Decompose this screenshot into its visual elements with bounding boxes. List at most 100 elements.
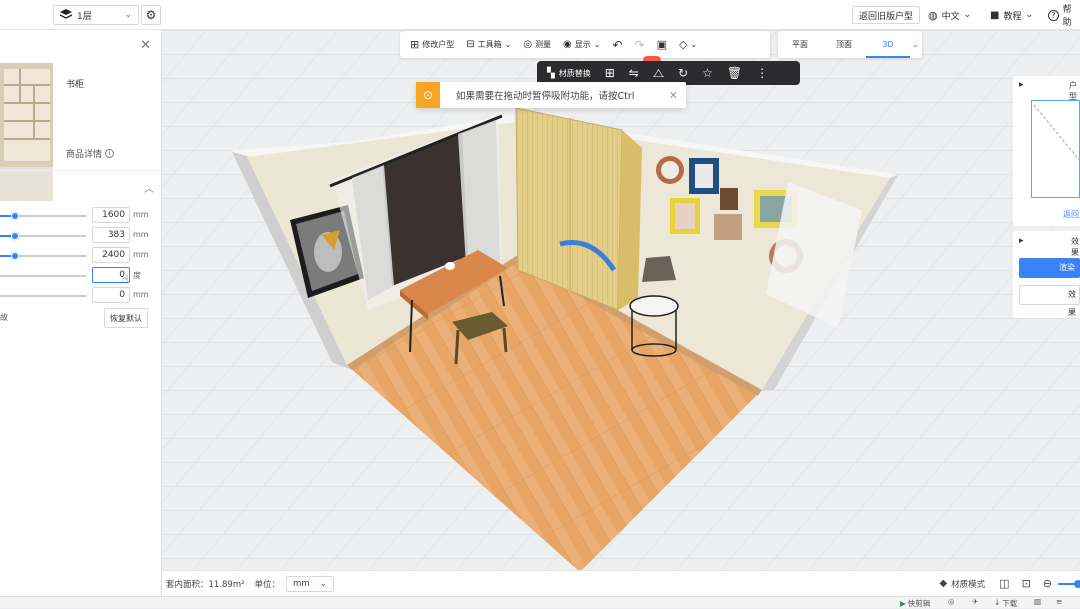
- tab-3d[interactable]: 3D: [866, 31, 910, 58]
- save-button[interactable]: ▣: [657, 38, 667, 51]
- more-icon[interactable]: ⋮: [756, 67, 768, 79]
- redo-button[interactable]: ↷: [635, 38, 645, 52]
- delete-icon[interactable]: 🗑︎: [727, 67, 742, 79]
- undo-icon: ↶: [612, 37, 623, 52]
- warning-icon: ⊙: [416, 82, 440, 108]
- help-icon: ?: [1048, 9, 1059, 21]
- height-param-row: 2400 mm: [0, 247, 162, 265]
- product-detail-label: 商品详情: [66, 150, 103, 160]
- zoom-slider[interactable]: [1058, 579, 1080, 588]
- unit-value: mm: [293, 578, 310, 589]
- settings-button[interactable]: ⚙: [141, 5, 161, 25]
- room-3d-view[interactable]: [162, 30, 1080, 578]
- param-label-fragment: 故: [0, 313, 8, 322]
- effect-button[interactable]: 效果: [1019, 285, 1080, 317]
- mirror-icon[interactable]: ⧍: [653, 67, 664, 79]
- chevron-down-icon[interactable]: ⌄: [912, 40, 919, 49]
- chevron-down-icon: ⌄: [690, 40, 698, 49]
- fit-view-icon[interactable]: ⊡: [1022, 577, 1031, 590]
- favorite-star-icon[interactable]: ☆: [702, 67, 713, 79]
- download-icon: ↓: [994, 598, 1001, 607]
- edit-layout-button[interactable]: ⊞ 修改户型: [410, 38, 454, 51]
- toolbox-button[interactable]: ⊟ 工具箱 ⌄: [466, 39, 511, 50]
- render-button[interactable]: 渲染: [1019, 258, 1080, 278]
- offset-slider-track[interactable]: [0, 295, 86, 297]
- floor-label: 1层: [77, 11, 92, 22]
- eraser-icon: ◇: [679, 38, 688, 51]
- zoom-slider-knob[interactable]: [1074, 579, 1080, 588]
- share-icon[interactable]: ◎: [948, 597, 955, 606]
- rotation-slider-track[interactable]: [0, 275, 86, 277]
- panel-divider: [0, 170, 162, 171]
- replace-icon[interactable]: ⇋: [629, 67, 639, 79]
- tab-ceiling[interactable]: 顶面: [822, 31, 866, 58]
- measure-icon: ◎: [523, 39, 533, 50]
- grid-icon: ⊞: [410, 38, 420, 51]
- layout-minimap[interactable]: [1031, 100, 1080, 198]
- material-icon: ▚: [547, 67, 555, 79]
- height-input[interactable]: 2400: [92, 247, 130, 263]
- unit-select[interactable]: mm ⌄: [286, 575, 334, 592]
- reset-default-button[interactable]: 恢复默认: [104, 308, 148, 328]
- layers-icon: [59, 8, 73, 22]
- rotate-icon[interactable]: ↻: [678, 67, 688, 79]
- language-select[interactable]: ◍ 中文 ⌄: [928, 6, 971, 24]
- width-slider-knob[interactable]: [11, 212, 19, 220]
- return-old-version-button[interactable]: 返回旧版户型: [852, 6, 921, 24]
- redo-icon: ↷: [634, 37, 645, 52]
- layout-return-link[interactable]: 返回: [1063, 209, 1079, 220]
- undo-button[interactable]: ↶: [612, 38, 622, 52]
- zoom-out-icon[interactable]: ⊖: [1043, 577, 1052, 590]
- depth-param-row: 383 mm: [0, 227, 162, 245]
- eye-icon: ◉: [563, 39, 572, 50]
- top-bar: 1层 ⌄ ⚙ 返回旧版户型 ◍ 中文 ⌄ ■ 教程 ⌄ ? 帮助: [0, 0, 1080, 30]
- height-slider-knob[interactable]: [11, 252, 19, 260]
- render-panel-title: 效果: [1071, 237, 1079, 257]
- download-button[interactable]: ↓ 下载: [994, 598, 1017, 609]
- material-replace-button[interactable]: ▚ 材质替换: [547, 68, 591, 79]
- measure-button[interactable]: ◎ 测量: [523, 39, 551, 50]
- expand-icon[interactable]: ▸: [1019, 236, 1024, 246]
- product-detail-link[interactable]: 商品详情 i: [66, 147, 115, 160]
- pin-icon[interactable]: ✈: [972, 597, 978, 606]
- toolbox-label: 工具箱: [477, 40, 502, 49]
- add-icon[interactable]: ⊞: [605, 67, 615, 79]
- quick-clip-button[interactable]: ▶ 快剪辑: [900, 598, 930, 609]
- area-text: 套内面积：11.89m²: [166, 579, 245, 590]
- collapse-icon[interactable]: ︿: [144, 180, 154, 195]
- gear-icon: ⚙: [145, 8, 157, 22]
- close-icon[interactable]: ✕: [669, 89, 678, 102]
- width-input[interactable]: 1600: [92, 207, 130, 223]
- display-button[interactable]: ◉ 显示 ⌄: [563, 39, 600, 50]
- offset-input[interactable]: 0: [92, 287, 130, 303]
- close-icon[interactable]: ✕: [140, 38, 151, 53]
- play-icon: ▶: [900, 599, 906, 608]
- offset-unit: mm: [133, 290, 149, 299]
- material-mode-label: 材质模式: [951, 579, 986, 590]
- chevron-down-icon: ⌄: [963, 10, 972, 20]
- material-replace-label: 材质替换: [558, 68, 591, 78]
- camera-icon[interactable]: ◫: [999, 577, 1009, 590]
- width-unit: mm: [133, 210, 149, 219]
- material-mode-toggle[interactable]: ◆ 材质模式: [939, 578, 985, 590]
- chevron-down-icon: ⌄: [504, 40, 512, 49]
- tab-plan[interactable]: 平面: [778, 31, 822, 58]
- tutorial-menu[interactable]: ■ 教程 ⌄: [990, 6, 1033, 24]
- return-old-version-label: 返回旧版户型: [859, 11, 914, 22]
- edit-layout-label: 修改户型: [422, 40, 455, 49]
- chevron-down-icon: ⌄: [1025, 10, 1034, 20]
- design-canvas-3d[interactable]: [162, 30, 1080, 578]
- eraser-button[interactable]: ◇ ⌄: [679, 38, 697, 51]
- toast-message: 如果需要在拖动时暂停吸附功能，请按Ctrl: [456, 91, 635, 102]
- help-menu[interactable]: ? 帮助: [1048, 5, 1080, 28]
- unit-label: 单位：: [254, 579, 281, 590]
- book-icon: ■: [990, 9, 1000, 21]
- help-label: 帮助: [1062, 5, 1072, 28]
- depth-input[interactable]: 383: [92, 227, 130, 243]
- expand-icon[interactable]: ▸: [1019, 80, 1024, 90]
- layout-panel-title: 户型: [1069, 81, 1077, 101]
- menu-icon[interactable]: ≡: [1056, 597, 1062, 606]
- depth-slider-knob[interactable]: [11, 232, 19, 240]
- floor-select[interactable]: 1层 ⌄: [53, 5, 139, 25]
- image-icon[interactable]: ▨: [1034, 597, 1041, 606]
